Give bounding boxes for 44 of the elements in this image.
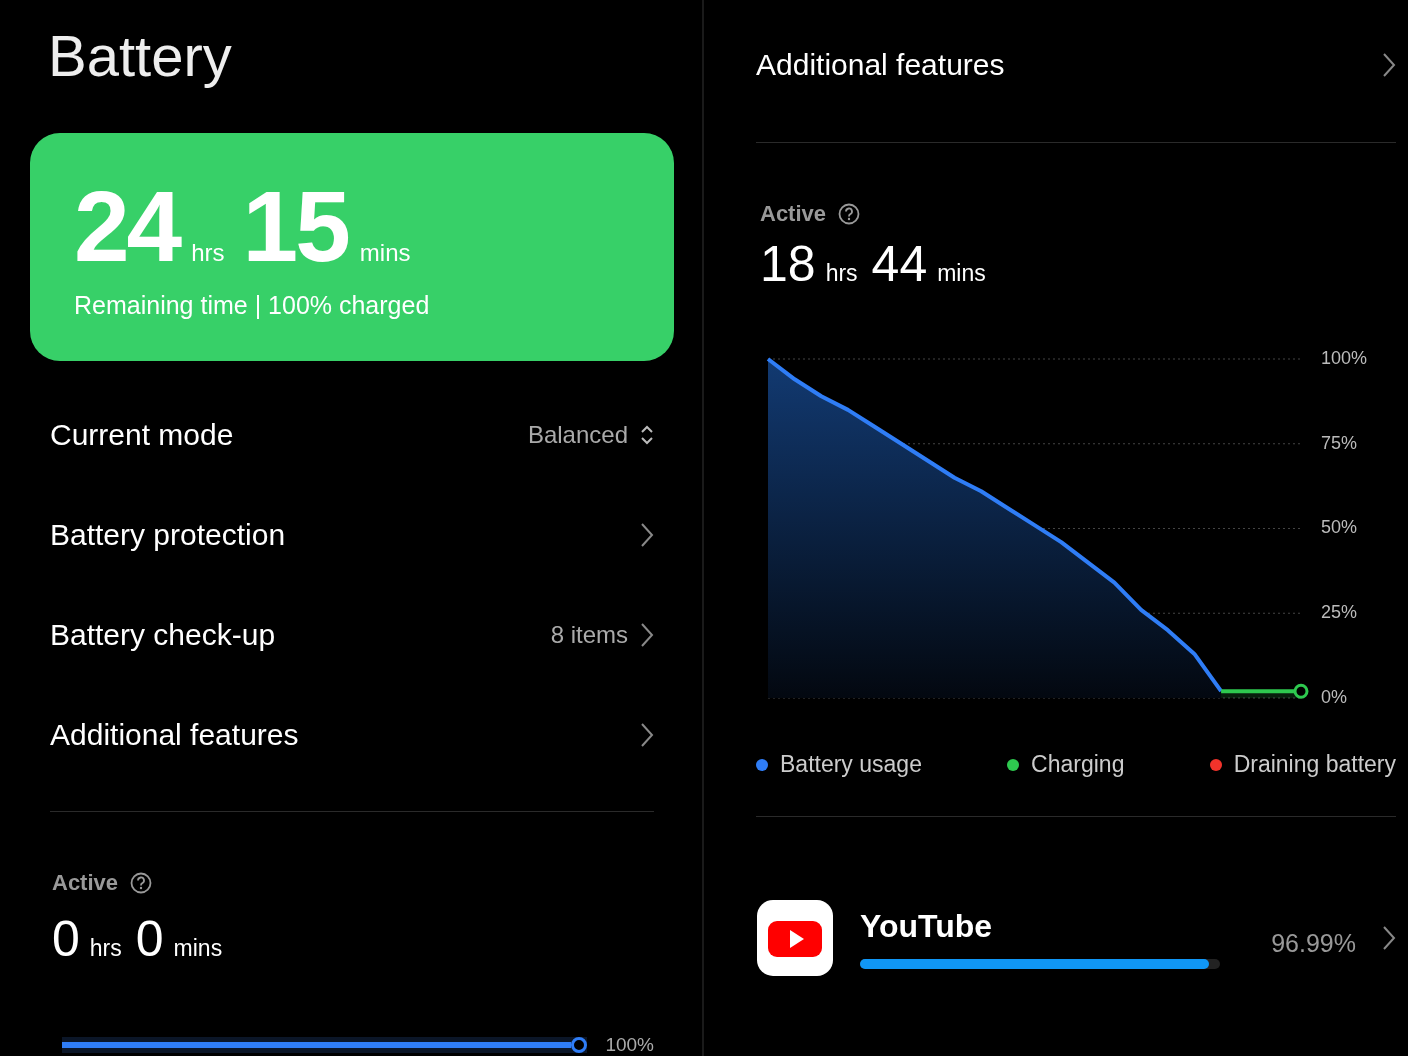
page-title: Battery	[48, 22, 233, 89]
hours-unit: hrs	[191, 239, 225, 267]
level-end-marker	[571, 1037, 588, 1053]
legend-label: Draining battery	[1233, 751, 1396, 778]
y-tick-label: 0%	[1321, 686, 1347, 707]
remaining-caption: Remaining time | 100% charged	[74, 291, 431, 320]
additional-features-row[interactable]: Additional features	[756, 48, 1396, 82]
app-usage-row[interactable]: YouTube 96.99%	[756, 899, 1396, 977]
hours-unit: hrs	[825, 260, 858, 287]
settings-row[interactable]: Battery check-up 8 items	[50, 585, 654, 685]
legend-label: Charging	[1031, 751, 1125, 778]
chevron-right-icon	[1382, 52, 1396, 78]
minutes-value: 44	[871, 235, 928, 293]
legend-label: Battery usage	[780, 751, 922, 778]
chevron-right-icon	[1382, 925, 1396, 951]
minutes-value: 15	[242, 179, 348, 273]
hours-value: 18	[760, 235, 816, 293]
up-down-caret-icon	[640, 424, 654, 446]
minutes-unit: mins	[173, 935, 223, 962]
usage-percentage: 96.99%	[1271, 928, 1356, 958]
y-tick-label: 75%	[1321, 432, 1358, 453]
settings-row[interactable]: Additional features	[50, 685, 654, 785]
y-tick-label: 25%	[1321, 602, 1358, 622]
minutes-unit: mins	[937, 260, 986, 287]
help-icon[interactable]	[130, 872, 153, 894]
y-tick-label: 50%	[1321, 517, 1358, 538]
battery-level-reading: 100%	[605, 1034, 654, 1056]
y-tick-label: 100%	[1321, 347, 1368, 368]
app-name: YouTube	[860, 907, 994, 945]
play-button-app-icon	[756, 899, 834, 977]
help-icon[interactable]	[838, 203, 861, 225]
hours-value: 0	[52, 910, 80, 968]
minutes-value: 0	[135, 910, 164, 968]
end-point-marker	[1293, 683, 1309, 699]
minutes-unit: mins	[359, 239, 411, 267]
settings-row[interactable]: Current mode Balanced	[50, 385, 654, 485]
active-label: Active	[52, 870, 119, 896]
chevron-right-icon	[640, 622, 654, 648]
hours-value: 24	[74, 179, 180, 273]
chevron-right-icon	[640, 522, 654, 548]
active-label: Active	[760, 201, 827, 227]
hours-unit: hrs	[89, 935, 122, 962]
settings-row[interactable]: Battery protection	[50, 485, 654, 585]
chevron-right-icon	[640, 722, 654, 748]
